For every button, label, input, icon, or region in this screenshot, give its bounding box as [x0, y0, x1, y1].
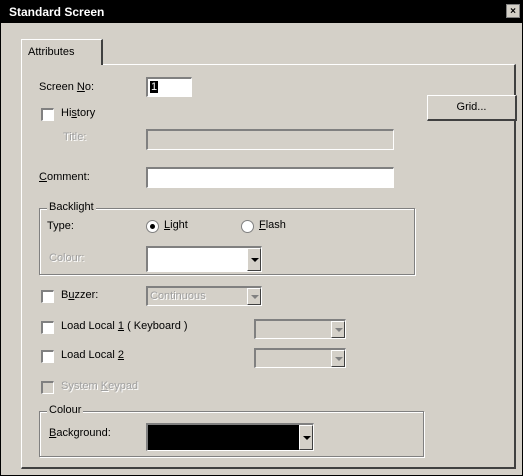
load-local-2-label: Load Local 2 — [61, 349, 125, 361]
radio-dot-icon — [150, 224, 155, 229]
buzzer-label: Buzzer: — [61, 289, 99, 301]
buzzer-checkbox[interactable] — [41, 290, 54, 303]
backlight-type-label: Type: — [47, 220, 74, 232]
system-keypad-label: System Keypad — [61, 380, 139, 392]
history-checkbox[interactable] — [41, 108, 54, 121]
backlight-colour-select[interactable] — [146, 246, 262, 272]
close-icon[interactable]: × — [506, 4, 520, 18]
backlight-group-label: Backlight — [47, 201, 96, 213]
system-keypad-checkbox[interactable] — [41, 381, 54, 394]
comment-label: Comment: — [39, 171, 90, 183]
buzzer-value: Continuous — [150, 290, 206, 302]
title-label: Title: — [63, 131, 87, 143]
backlight-colour-label: Colour: — [49, 252, 85, 264]
chevron-down-icon[interactable] — [247, 288, 261, 305]
background-label: Background: — [49, 427, 111, 439]
load-local-1-checkbox[interactable] — [41, 321, 54, 334]
history-label: History — [61, 107, 96, 119]
title-bar: Standard Screen × — [1, 1, 522, 23]
backlight-light-label: Light — [164, 219, 188, 231]
load-local-1-select[interactable] — [254, 319, 346, 339]
buzzer-select[interactable]: Continuous — [146, 286, 262, 306]
title-input[interactable] — [146, 129, 394, 150]
screen-no-value: 1 — [150, 81, 159, 93]
backlight-flash-label: Flash — [259, 219, 286, 231]
backlight-light-radio[interactable] — [146, 220, 159, 233]
chevron-down-icon[interactable] — [299, 425, 313, 450]
colour-group-label: Colour — [47, 404, 84, 416]
screen-no-input[interactable]: 1 — [146, 77, 192, 97]
standard-screen-dialog: Standard Screen × Attributes Screen No: … — [0, 0, 523, 476]
comment-input[interactable] — [146, 167, 394, 188]
tab-attributes[interactable]: Attributes — [21, 39, 103, 65]
background-colour-select[interactable] — [146, 423, 314, 451]
screen-no-label: Screen No: — [39, 81, 95, 93]
chevron-down-icon[interactable] — [247, 248, 261, 271]
load-local-1-label: Load Local 1 ( Keyboard ) — [61, 320, 188, 332]
load-local-2-checkbox[interactable] — [41, 350, 54, 363]
chevron-down-icon[interactable] — [331, 321, 345, 338]
backlight-flash-radio[interactable] — [241, 220, 254, 233]
chevron-down-icon[interactable] — [331, 350, 345, 367]
window-title: Standard Screen — [9, 5, 105, 19]
tab-label: Attributes — [28, 46, 75, 58]
grid-button-label: Grid... — [456, 101, 487, 113]
grid-button[interactable]: Grid... — [427, 95, 517, 121]
load-local-2-select[interactable] — [254, 348, 346, 368]
